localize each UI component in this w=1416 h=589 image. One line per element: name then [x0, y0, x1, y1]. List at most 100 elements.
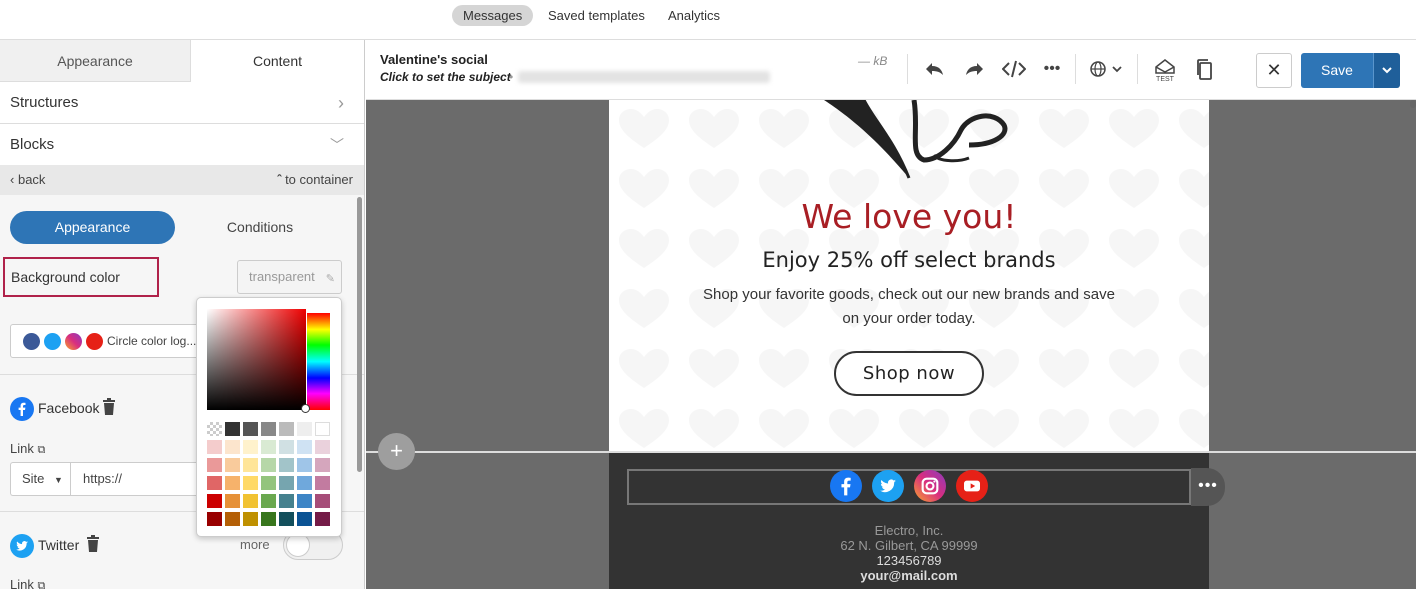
social-block-selected[interactable] [627, 469, 1191, 505]
color-swatch[interactable] [225, 512, 240, 526]
segment-conditions[interactable]: Conditions [180, 211, 340, 244]
social-style-select[interactable]: Circle color log... [10, 324, 200, 358]
background-color-input[interactable]: transparent ✎ [237, 260, 342, 294]
color-swatch[interactable] [207, 494, 222, 508]
more-options-icon[interactable]: ••• [1037, 54, 1067, 84]
trash-icon[interactable] [86, 535, 100, 552]
svg-text:TEST: TEST [1156, 76, 1175, 82]
facebook-icon[interactable] [830, 470, 862, 502]
add-block-button[interactable]: + [378, 433, 415, 470]
save-dropdown-button[interactable] [1373, 53, 1400, 88]
panel-tabs: Appearance Content [0, 40, 364, 82]
close-button[interactable]: ✕ [1256, 53, 1292, 88]
nav-saved-templates[interactable]: Saved templates [537, 5, 656, 26]
color-swatch[interactable] [207, 476, 222, 490]
color-swatch[interactable] [225, 440, 240, 454]
test-email-icon[interactable]: TEST [1150, 54, 1180, 84]
shop-now-button[interactable]: Shop now [834, 351, 984, 396]
color-swatch[interactable] [225, 494, 240, 508]
color-swatch[interactable] [297, 422, 312, 436]
color-swatch[interactable] [225, 476, 240, 490]
color-swatch[interactable] [279, 440, 294, 454]
color-swatch[interactable] [297, 476, 312, 490]
nav-analytics[interactable]: Analytics [657, 5, 731, 26]
color-swatch[interactable] [279, 458, 294, 472]
back-button[interactable]: ‹ back [10, 172, 45, 187]
color-swatch[interactable] [207, 440, 222, 454]
color-swatch[interactable] [261, 422, 276, 436]
color-swatch[interactable] [225, 422, 240, 436]
pencil-icon: ✎ [325, 273, 335, 285]
youtube-icon[interactable] [956, 470, 988, 502]
color-swatch[interactable] [261, 458, 276, 472]
link-type-select[interactable]: Site ▼ [10, 462, 70, 496]
color-swatch[interactable] [315, 494, 330, 508]
trash-icon[interactable] [102, 398, 116, 415]
color-swatch[interactable] [279, 422, 294, 436]
toolbar-separator [1075, 54, 1076, 84]
to-container-button[interactable]: ˆ to container [277, 172, 353, 187]
color-swatch[interactable] [279, 494, 294, 508]
tab-appearance[interactable]: Appearance [0, 40, 191, 82]
facebook-url-input[interactable]: https:// [70, 462, 210, 496]
link-label: Link [10, 441, 34, 456]
mobile-preview-icon[interactable] [1190, 54, 1220, 84]
color-swatch[interactable] [297, 512, 312, 526]
color-swatch[interactable] [315, 512, 330, 526]
footer-phone: 123456789 [876, 553, 942, 568]
color-swatch[interactable] [261, 512, 276, 526]
color-swatch[interactable] [315, 458, 330, 472]
canvas-scrollbar[interactable] [1410, 100, 1416, 108]
color-swatch[interactable] [207, 458, 222, 472]
to-container-label: to container [285, 172, 353, 187]
blocks-row[interactable]: Blocks ﹀ [0, 124, 364, 166]
color-swatch[interactable] [297, 494, 312, 508]
color-swatch[interactable] [315, 476, 330, 490]
redo-icon[interactable] [959, 54, 989, 84]
color-swatch[interactable] [243, 458, 258, 472]
color-swatch[interactable] [315, 440, 330, 454]
color-swatch[interactable] [261, 440, 276, 454]
color-swatch[interactable] [279, 476, 294, 490]
site-select-label: Site [22, 471, 45, 486]
color-swatch[interactable] [243, 494, 258, 508]
panel-scrollbar[interactable] [357, 197, 362, 472]
instagram-icon[interactable] [914, 470, 946, 502]
undo-icon[interactable] [920, 54, 950, 84]
structures-label: Structures [10, 94, 79, 111]
instagram-icon [65, 333, 82, 350]
email-title[interactable]: Valentine's social [380, 52, 488, 67]
saturation-value-area[interactable] [207, 309, 306, 410]
save-button[interactable]: Save [1301, 53, 1373, 88]
block-options-button[interactable]: ••• [1191, 468, 1225, 506]
facebook-icon [10, 397, 34, 421]
color-swatch[interactable] [243, 422, 258, 436]
color-swatch[interactable] [261, 476, 276, 490]
tab-content[interactable]: Content [191, 40, 364, 82]
sender-address-blurred [518, 71, 770, 83]
color-swatch[interactable] [243, 476, 258, 490]
color-swatch[interactable] [261, 494, 276, 508]
email-content-block[interactable]: We love you! Enjoy 25% off select brands… [609, 100, 1209, 451]
color-swatch[interactable] [225, 458, 240, 472]
segment-appearance[interactable]: Appearance [10, 211, 175, 244]
color-swatch[interactable] [207, 512, 222, 526]
footer-email[interactable]: your@mail.com [609, 568, 1209, 583]
color-swatch[interactable] [243, 512, 258, 526]
nav-messages[interactable]: Messages [452, 5, 534, 26]
code-icon[interactable] [999, 54, 1029, 84]
color-swatch[interactable] [297, 440, 312, 454]
email-subject[interactable]: Click to set the subject [380, 70, 511, 84]
color-swatch[interactable] [207, 422, 222, 436]
structures-row[interactable]: Structures › [0, 82, 364, 124]
color-swatch[interactable] [243, 440, 258, 454]
color-swatch[interactable] [279, 512, 294, 526]
language-globe-icon[interactable] [1086, 54, 1126, 84]
hue-slider[interactable] [307, 313, 330, 410]
color-cursor[interactable] [301, 404, 310, 413]
chevron-right-icon: › [338, 93, 344, 113]
more-label: more [240, 537, 270, 552]
color-swatch[interactable] [297, 458, 312, 472]
color-swatch[interactable] [315, 422, 330, 436]
twitter-icon[interactable] [872, 470, 904, 502]
